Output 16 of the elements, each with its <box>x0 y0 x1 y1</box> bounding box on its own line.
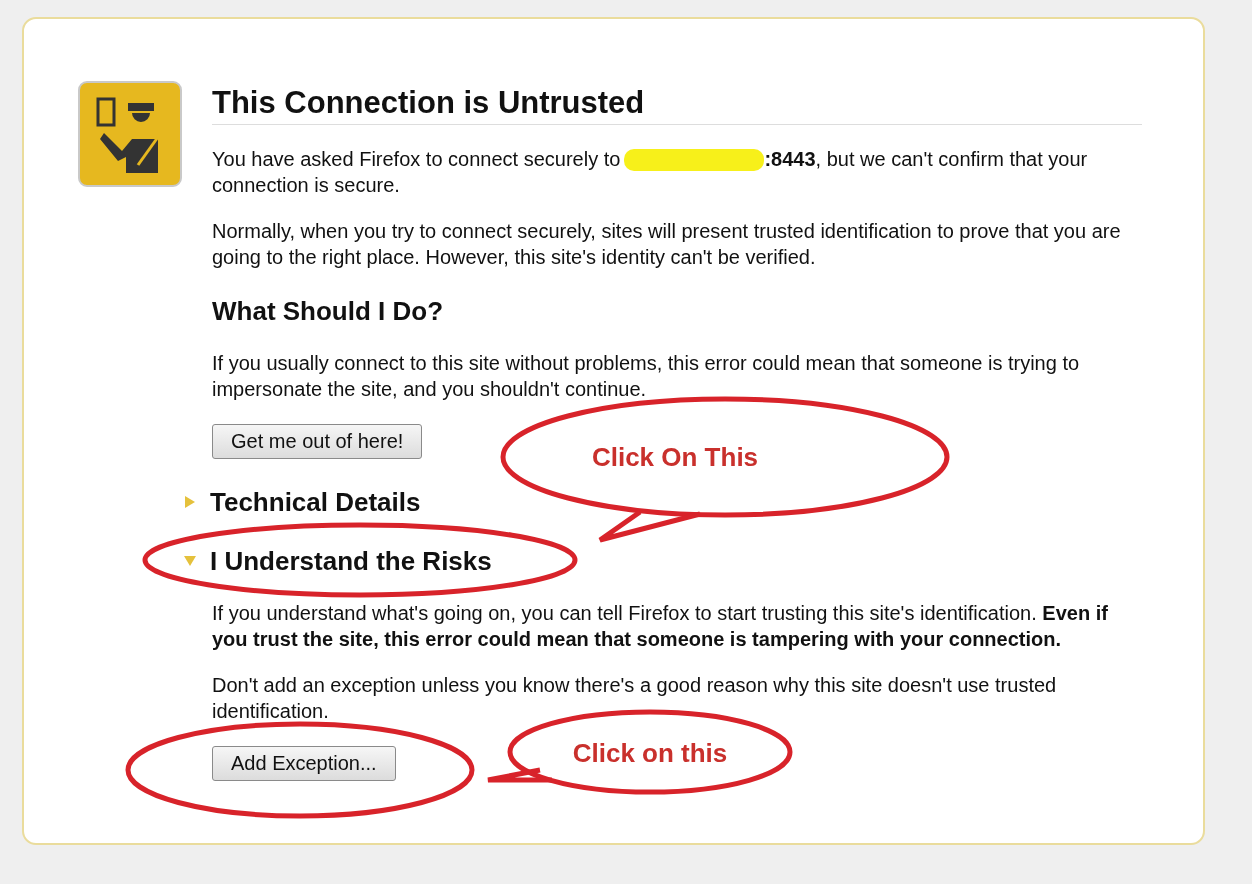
callout-label: Click On This <box>591 442 759 472</box>
page-title: This Connection is Untrusted <box>212 81 1142 125</box>
explanation-text: Normally, when you try to connect securely, sites will present trusted identification to prove that you are going to the right place. However, this site's identity can't be verified. <box>212 219 1122 270</box>
section-heading: What Should I Do? <box>212 295 445 327</box>
expanded-triangle-icon[interactable] <box>184 555 196 567</box>
section-toggle[interactable]: I Understand the Risks <box>210 545 492 577</box>
add-exception-button[interactable]: Add Exception... <box>212 746 396 781</box>
collapsed-triangle-icon[interactable] <box>184 496 196 508</box>
intro-text: You have asked Firefox to connect securely to :8443, but we can't confirm that your connection is secure. <box>212 147 1089 198</box>
risk-text: If you understand what's going on, you can tell Firefox to start trusting this site's identification. Even if you trust the site, this error could mean that someone is tampering with your connection. <box>212 601 1109 652</box>
callout-label: Click on this <box>572 738 728 768</box>
advice-text: If you usually connect to this site without problems, this error could mean that someone is trying to impersonate the site, and you shouldn't continue. <box>212 351 1081 402</box>
section-toggle[interactable]: Technical Details <box>210 486 421 518</box>
get-out-button[interactable]: Get me out of here! <box>212 424 423 459</box>
identity-officer-icon <box>78 81 182 187</box>
risk-text: Don't add an exception unless you know there's a good reason why this site doesn't use trusted identification. <box>212 673 1058 724</box>
